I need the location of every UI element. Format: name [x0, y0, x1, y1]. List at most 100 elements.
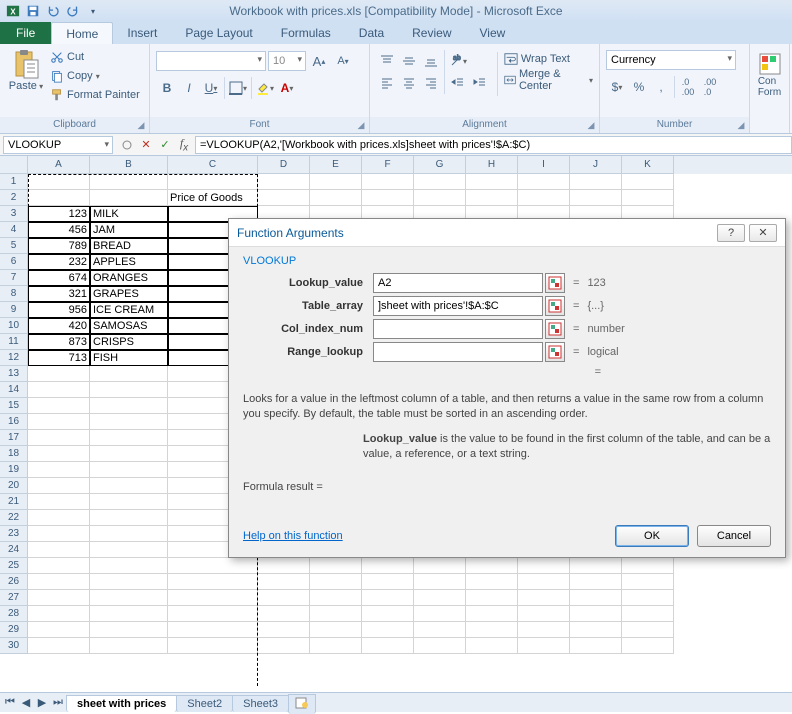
row-header-25[interactable]: 25: [0, 558, 28, 574]
arg-ref-button-0[interactable]: [545, 273, 565, 293]
cell-A28[interactable]: [28, 606, 90, 622]
cell-B22[interactable]: [90, 510, 168, 526]
fill-color-button[interactable]: [254, 77, 276, 99]
italic-button[interactable]: I: [178, 77, 200, 99]
undo-icon[interactable]: [44, 2, 62, 20]
row-header-30[interactable]: 30: [0, 638, 28, 654]
cell-D29[interactable]: [258, 622, 310, 638]
cell-B11[interactable]: CRISPS: [90, 334, 168, 350]
col-header-B[interactable]: B: [90, 156, 168, 174]
save-icon[interactable]: [24, 2, 42, 20]
cell-A16[interactable]: [28, 414, 90, 430]
cell-I28[interactable]: [518, 606, 570, 622]
cell-A5[interactable]: 789: [28, 238, 90, 254]
cell-B10[interactable]: SAMOSAS: [90, 318, 168, 334]
row-header-16[interactable]: 16: [0, 414, 28, 430]
range-selector-icon[interactable]: [118, 136, 136, 154]
cell-F29[interactable]: [362, 622, 414, 638]
cell-I27[interactable]: [518, 590, 570, 606]
cell-H26[interactable]: [466, 574, 518, 590]
cell-E28[interactable]: [310, 606, 362, 622]
cell-B6[interactable]: APPLES: [90, 254, 168, 270]
cell-F26[interactable]: [362, 574, 414, 590]
cell-J27[interactable]: [570, 590, 622, 606]
cell-A26[interactable]: [28, 574, 90, 590]
cell-B13[interactable]: [90, 366, 168, 382]
cell-J25[interactable]: [570, 558, 622, 574]
cell-B17[interactable]: [90, 430, 168, 446]
cell-G2[interactable]: [414, 190, 466, 206]
font-dialog-launcher[interactable]: ◢: [355, 119, 367, 131]
cell-A13[interactable]: [28, 366, 90, 382]
sheet-tab-3[interactable]: Sheet3: [232, 695, 289, 712]
arg-input-3[interactable]: [373, 342, 543, 362]
align-bottom-button[interactable]: [420, 50, 442, 72]
font-name-select[interactable]: [156, 51, 266, 71]
redo-icon[interactable]: [64, 2, 82, 20]
cell-G26[interactable]: [414, 574, 466, 590]
tab-page-layout[interactable]: Page Layout: [171, 22, 266, 44]
row-header-3[interactable]: 3: [0, 206, 28, 222]
row-header-1[interactable]: 1: [0, 174, 28, 190]
cell-A2[interactable]: [28, 190, 90, 206]
row-header-21[interactable]: 21: [0, 494, 28, 510]
align-left-button[interactable]: [376, 72, 398, 94]
increase-indent-button[interactable]: [469, 72, 491, 94]
underline-button[interactable]: U: [200, 77, 222, 99]
tab-formulas[interactable]: Formulas: [267, 22, 345, 44]
cell-D28[interactable]: [258, 606, 310, 622]
row-header-24[interactable]: 24: [0, 542, 28, 558]
cell-A9[interactable]: 956: [28, 302, 90, 318]
cell-B3[interactable]: MILK: [90, 206, 168, 222]
cell-B26[interactable]: [90, 574, 168, 590]
row-header-20[interactable]: 20: [0, 478, 28, 494]
cell-B2[interactable]: [90, 190, 168, 206]
name-box[interactable]: VLOOKUP: [3, 136, 113, 154]
cell-A17[interactable]: [28, 430, 90, 446]
cell-J2[interactable]: [570, 190, 622, 206]
cell-A21[interactable]: [28, 494, 90, 510]
row-header-14[interactable]: 14: [0, 382, 28, 398]
arg-input-2[interactable]: [373, 319, 543, 339]
row-header-23[interactable]: 23: [0, 526, 28, 542]
cell-B4[interactable]: JAM: [90, 222, 168, 238]
cell-A19[interactable]: [28, 462, 90, 478]
cell-G29[interactable]: [414, 622, 466, 638]
tab-view[interactable]: View: [466, 22, 520, 44]
cell-F2[interactable]: [362, 190, 414, 206]
cell-C1[interactable]: [168, 174, 258, 190]
cell-A15[interactable]: [28, 398, 90, 414]
cell-A23[interactable]: [28, 526, 90, 542]
tab-file[interactable]: File: [0, 22, 51, 44]
row-header-28[interactable]: 28: [0, 606, 28, 622]
row-header-29[interactable]: 29: [0, 622, 28, 638]
comma-button[interactable]: ,: [650, 76, 672, 98]
currency-button[interactable]: $: [606, 76, 628, 98]
cell-J26[interactable]: [570, 574, 622, 590]
cell-K26[interactable]: [622, 574, 674, 590]
cell-C2[interactable]: Price of Goods: [168, 190, 258, 206]
row-header-8[interactable]: 8: [0, 286, 28, 302]
cell-D25[interactable]: [258, 558, 310, 574]
border-button[interactable]: [227, 77, 249, 99]
cell-B20[interactable]: [90, 478, 168, 494]
cell-J30[interactable]: [570, 638, 622, 654]
cell-A22[interactable]: [28, 510, 90, 526]
cell-F30[interactable]: [362, 638, 414, 654]
cell-I26[interactable]: [518, 574, 570, 590]
sheet-tab-2[interactable]: Sheet2: [176, 695, 233, 712]
formula-input[interactable]: =VLOOKUP(A2,'[Workbook with prices.xls]s…: [195, 136, 792, 154]
cell-I1[interactable]: [518, 174, 570, 190]
cell-E27[interactable]: [310, 590, 362, 606]
sheet-tab-1[interactable]: sheet with prices: [66, 695, 177, 712]
arg-input-1[interactable]: [373, 296, 543, 316]
fx-button[interactable]: fx: [175, 136, 193, 154]
cell-G25[interactable]: [414, 558, 466, 574]
cell-B25[interactable]: [90, 558, 168, 574]
cell-A25[interactable]: [28, 558, 90, 574]
shrink-font-button[interactable]: A▾: [332, 50, 354, 72]
cell-J1[interactable]: [570, 174, 622, 190]
cell-K29[interactable]: [622, 622, 674, 638]
cell-H28[interactable]: [466, 606, 518, 622]
cut-button[interactable]: Cut: [50, 48, 140, 66]
